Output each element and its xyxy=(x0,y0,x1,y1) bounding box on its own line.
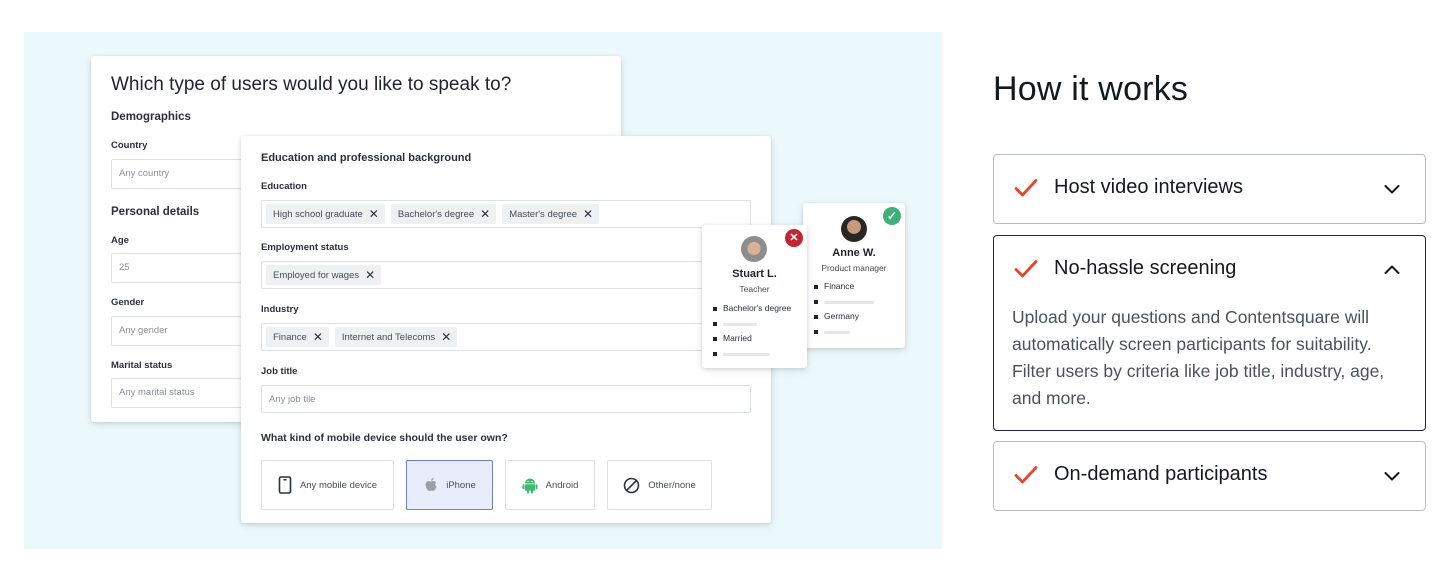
accordion-title: On-demand participants xyxy=(1054,463,1268,485)
participant-role: Product manager xyxy=(821,263,887,273)
chevron-down-icon xyxy=(1384,472,1400,481)
checkmark-icon xyxy=(1014,179,1038,197)
check-badge-icon: ✓ xyxy=(883,207,901,225)
remove-icon[interactable]: ✕ xyxy=(313,331,323,343)
background-card: Education and professional background Ed… xyxy=(241,136,771,523)
placeholder-line xyxy=(824,301,874,304)
placeholder-line xyxy=(723,323,757,326)
participant-attribute: Finance xyxy=(824,281,855,291)
participant-attribute: Bachelor's degree xyxy=(723,303,792,313)
job-title-input[interactable]: Any job tile xyxy=(261,385,751,413)
education-field[interactable]: High school graduate ✕ Bachelor's degree ✕… xyxy=(261,200,751,228)
device-option-iphone[interactable]: iPhone xyxy=(406,460,493,510)
industry-field[interactable]: Finance ✕ Internet and Telecoms ✕ xyxy=(261,323,751,351)
participant-card-anne: ✓ Anne W. Product manager Finance German… xyxy=(803,203,905,348)
job-title-label: Job title xyxy=(261,366,298,377)
accordion-header[interactable]: On-demand participants xyxy=(994,442,1425,508)
bullet xyxy=(814,285,818,289)
placeholder-line xyxy=(824,331,850,334)
industry-label: Industry xyxy=(261,304,299,315)
android-icon xyxy=(522,478,538,493)
device-option-android[interactable]: Android xyxy=(505,460,595,510)
education-chip: High school graduate ✕ xyxy=(266,204,385,224)
participant-attribute: Germany xyxy=(824,311,859,321)
accordion-item-screening[interactable]: No-hassle screening Upload your question… xyxy=(993,235,1426,431)
employment-chip: Employed for wages ✕ xyxy=(266,265,382,285)
remove-icon[interactable]: ✕ xyxy=(583,208,593,220)
accordion-header[interactable]: No-hassle screening xyxy=(994,236,1425,302)
device-question: What kind of mobile device should the us… xyxy=(261,432,508,444)
apple-icon xyxy=(425,477,437,491)
bullet xyxy=(713,337,717,341)
education-chip: Bachelor's degree ✕ xyxy=(390,204,497,224)
how-it-works-heading: How it works xyxy=(993,70,1189,108)
device-option-other[interactable]: Other/none xyxy=(607,460,712,510)
device-option-any[interactable]: Any mobile device xyxy=(261,460,394,510)
remove-icon[interactable]: ✕ xyxy=(369,208,379,220)
accordion-item-on-demand[interactable]: On-demand participants xyxy=(993,441,1426,511)
participant-card-stuart: ✕ Stuart L. Teacher Bachelor's degree Ma… xyxy=(702,225,807,368)
bullet xyxy=(814,300,818,304)
participant-role: Teacher xyxy=(739,284,770,294)
background-heading: Education and professional background xyxy=(261,152,472,164)
placeholder-line xyxy=(723,353,770,356)
employment-label: Employment status xyxy=(261,242,349,253)
accordion-body: Upload your questions and Contentsquare … xyxy=(1012,307,1385,408)
avatar xyxy=(841,216,867,242)
phone-outline-icon xyxy=(278,476,292,494)
demographics-heading: Demographics xyxy=(111,111,191,123)
remove-icon[interactable]: ✕ xyxy=(441,331,451,343)
participant-attribute: Married xyxy=(723,333,752,343)
prohibited-icon xyxy=(623,477,640,493)
employment-field[interactable]: Employed for wages ✕ xyxy=(261,261,751,289)
avatar xyxy=(741,236,767,262)
accordion-title: Host video interviews xyxy=(1054,176,1243,198)
accordion-header[interactable]: Host video interviews xyxy=(994,155,1425,221)
device-options: Any mobile device iPhone Android Other/n… xyxy=(261,460,712,510)
industry-chip: Internet and Telecoms ✕ xyxy=(334,327,458,347)
gender-label: Gender xyxy=(111,297,145,308)
bullet xyxy=(713,352,717,356)
remove-icon[interactable]: ✕ xyxy=(480,208,490,220)
targeting-title: Which type of users would you like to sp… xyxy=(111,74,512,95)
chevron-down-icon xyxy=(1384,185,1400,194)
product-illustration: Which type of users would you like to sp… xyxy=(24,32,942,549)
bullet xyxy=(814,330,818,334)
bullet xyxy=(713,307,717,311)
reject-badge-icon: ✕ xyxy=(785,229,803,247)
bullet xyxy=(814,315,818,319)
remove-icon[interactable]: ✕ xyxy=(365,269,375,281)
checkmark-icon xyxy=(1014,260,1038,278)
checkmark-icon xyxy=(1014,466,1038,484)
participant-name: Stuart L. xyxy=(732,268,777,280)
country-label: Country xyxy=(111,140,148,151)
chevron-up-icon xyxy=(1384,265,1400,274)
accordion-title: No-hassle screening xyxy=(1054,257,1237,279)
age-label: Age xyxy=(111,235,129,246)
education-label: Education xyxy=(261,181,307,192)
marital-status-label: Marital status xyxy=(111,360,173,371)
bullet xyxy=(713,322,717,326)
accordion-item-host-video[interactable]: Host video interviews xyxy=(993,154,1426,224)
industry-chip: Finance ✕ xyxy=(266,327,329,347)
personal-details-heading: Personal details xyxy=(111,206,200,218)
education-chip: Master's degree ✕ xyxy=(502,204,600,224)
participant-name: Anne W. xyxy=(832,247,876,259)
